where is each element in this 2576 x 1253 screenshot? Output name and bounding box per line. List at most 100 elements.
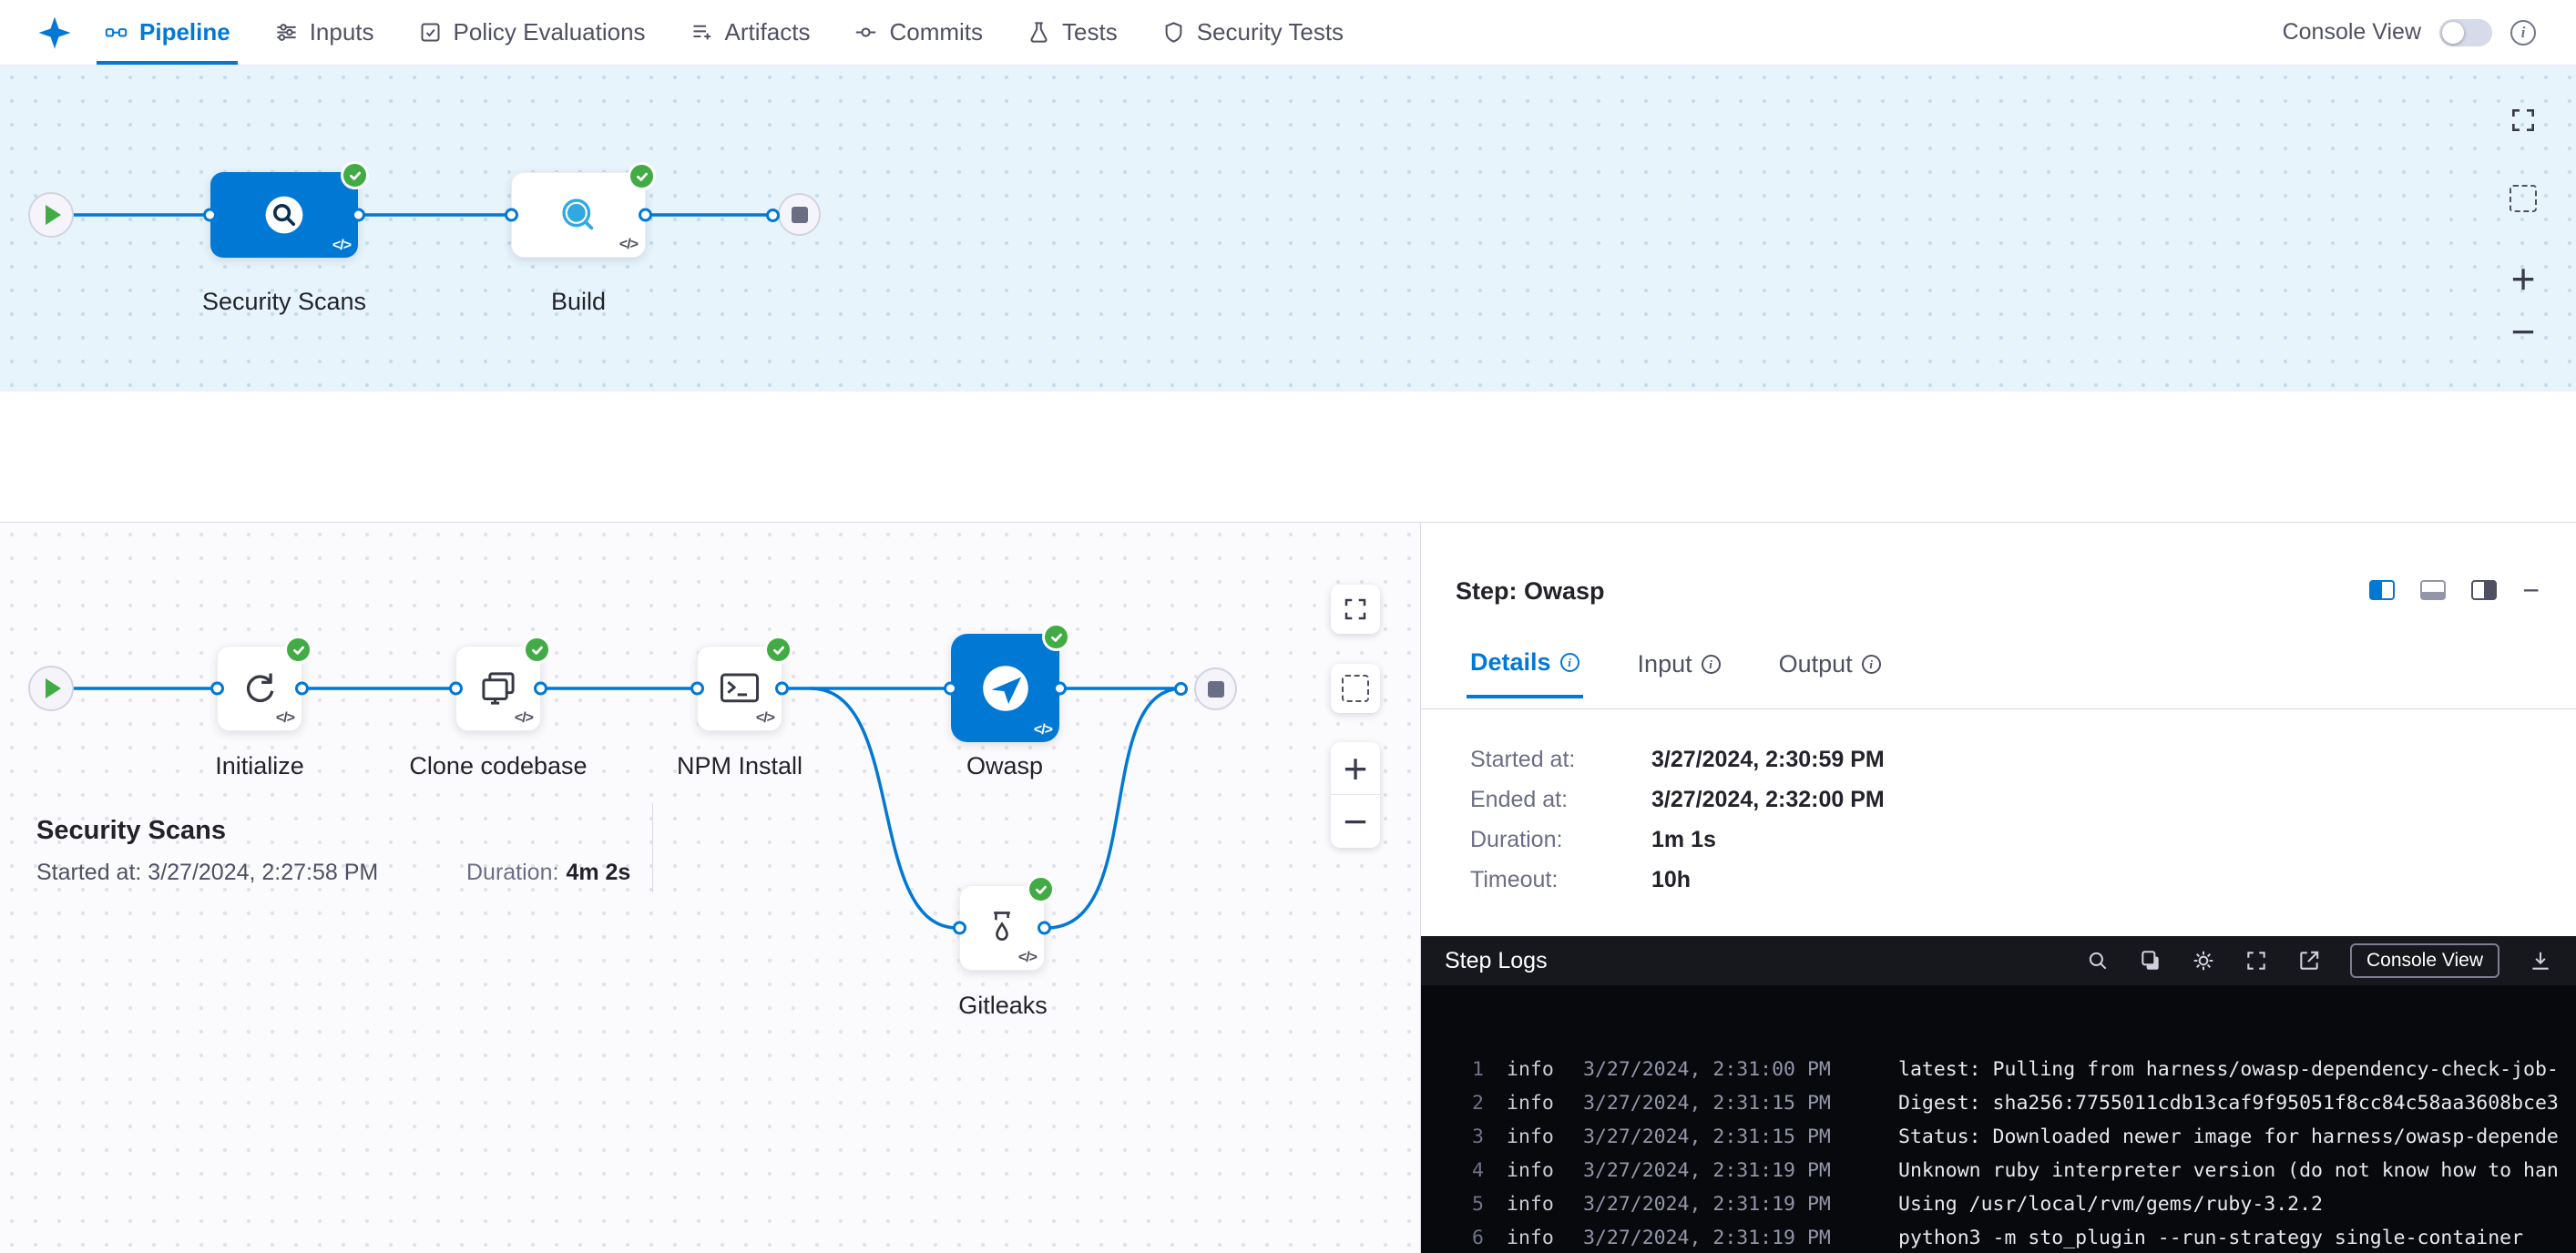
inputs-icon [274, 20, 299, 45]
info-icon[interactable]: i [2510, 20, 2536, 46]
step-node-initialize[interactable]: </> [217, 646, 302, 731]
stage-node-security-scans[interactable]: </> [210, 172, 358, 258]
tab-label: Inputs [310, 18, 374, 46]
log-timestamp: 3/27/2024, 2:31:19 PM [1583, 1227, 1844, 1249]
detail-value: 3/27/2024, 2:30:59 PM [1651, 747, 1885, 773]
play-icon [46, 205, 61, 225]
log-line: 4 info 3/27/2024, 2:31:19 PM Unknown rub… [1442, 1154, 2576, 1187]
zoom-out-button[interactable]: − [1331, 795, 1380, 847]
security-scan-icon [262, 193, 306, 237]
step-type-code-glyph: </> [619, 238, 638, 252]
tab-commits[interactable]: Commits [854, 0, 983, 65]
connector-dot [639, 209, 652, 222]
pipeline-icon [104, 20, 128, 45]
stage-node-build[interactable]: </> [511, 172, 646, 258]
open-in-new-icon[interactable] [2297, 949, 2321, 973]
detail-value: 10h [1651, 867, 1691, 893]
log-message: Digest: sha256:7755011cdb13caf9f95051f8c… [1898, 1092, 2559, 1115]
marquee-icon [2510, 185, 2537, 212]
layout-bottom-icon[interactable] [2420, 580, 2446, 600]
layout-split-left-icon[interactable] [2369, 580, 2395, 600]
line-number: 2 [1442, 1092, 1484, 1115]
zoom-out-button[interactable]: − [2507, 311, 2540, 351]
log-level: info [1507, 1126, 1583, 1148]
summary-divider [652, 803, 653, 892]
step-label-owasp: Owasp [966, 752, 1043, 780]
step-details-panel: Step: Owasp − Details i Input i Output i [1421, 523, 2576, 1253]
step-graph-canvas[interactable]: </> Initialize </> Clone codebase </> [0, 523, 1421, 1253]
stage-summary-title: Security Scans [36, 816, 226, 846]
minus-icon: − [2511, 311, 2536, 352]
collapse-panel-button[interactable]: − [2522, 576, 2540, 605]
copy-icon[interactable] [2139, 949, 2162, 973]
console-view-toggle[interactable] [2439, 19, 2492, 46]
panel-layout-controls: − [2369, 576, 2540, 605]
tab-details[interactable]: Details i [1467, 648, 1583, 698]
stage-start-node[interactable] [28, 666, 74, 711]
connector-dot [203, 209, 217, 222]
tab-artifacts[interactable]: Artifacts [690, 0, 811, 65]
marquee-select-button[interactable] [1331, 664, 1380, 713]
log-output[interactable]: 1 info 3/27/2024, 2:31:00 PM latest: Pul… [1421, 985, 2576, 1253]
pipeline-end-node[interactable] [778, 193, 821, 236]
success-check-icon [764, 636, 792, 664]
tab-label: Policy Evaluations [454, 18, 646, 46]
connector-dot [449, 682, 463, 696]
info-icon: i [1862, 655, 1881, 674]
owasp-zap-icon [977, 660, 1034, 717]
step-node-gitleaks[interactable]: </> [959, 885, 1045, 971]
tab-inputs[interactable]: Inputs [274, 0, 374, 65]
detail-value: 3/27/2024, 2:32:00 PM [1651, 787, 1885, 813]
fullscreen-icon[interactable] [2244, 949, 2268, 973]
search-icon[interactable] [2086, 949, 2110, 973]
tab-input[interactable]: Input i [1634, 648, 1724, 698]
nav-tab-bar: Pipeline Inputs Policy Evaluations Artif… [104, 0, 1344, 65]
step-panel-title: Step: Owasp [1456, 577, 1605, 606]
step-detail-tabs: Details i Input i Output i [1467, 648, 1885, 698]
marquee-select-button[interactable] [2507, 182, 2540, 215]
tab-tests[interactable]: Tests [1027, 0, 1118, 65]
zoom-in-button[interactable]: + [1331, 743, 1380, 795]
tab-output[interactable]: Output i [1775, 648, 1885, 698]
tab-security-tests[interactable]: Security Tests [1161, 0, 1344, 65]
expand-icon [2509, 106, 2538, 135]
layout-split-right-icon[interactable] [2471, 580, 2497, 600]
step-node-npm-install[interactable]: </> [697, 646, 782, 731]
stage-end-node[interactable] [1194, 667, 1237, 710]
step-node-owasp[interactable]: </> [951, 634, 1059, 742]
connector-dot [210, 682, 224, 696]
commits-icon [854, 20, 878, 45]
tab-pipeline[interactable]: Pipeline [104, 0, 230, 65]
pipeline-start-node[interactable] [28, 192, 74, 238]
console-view-button[interactable]: Console View [2350, 943, 2499, 978]
step-node-clone-codebase[interactable]: </> [455, 646, 541, 731]
tab-label: Output [1779, 650, 1853, 678]
expand-graph-button[interactable] [1331, 585, 1380, 634]
connector-dot [295, 682, 309, 696]
log-message: python3 -m sto_plugin --run-strategy sin… [1898, 1227, 2523, 1249]
stage-label-build: Build [551, 288, 606, 316]
tab-label: Artifacts [725, 18, 811, 46]
success-check-icon [1042, 623, 1070, 651]
harness-logo-icon[interactable] [36, 15, 73, 51]
detail-label: Timeout: [1470, 867, 1651, 893]
terminal-icon [719, 667, 761, 709]
detail-value: 1m 1s [1651, 827, 1716, 853]
tab-label: Input [1638, 650, 1692, 678]
settings-gear-icon[interactable] [2192, 949, 2215, 973]
detail-row: Timeout: 10h [1470, 860, 1885, 900]
zoom-in-button[interactable]: + [2507, 259, 2540, 299]
duration-value: 4m 2s [566, 860, 630, 885]
expand-canvas-button[interactable] [2507, 104, 2540, 137]
success-check-icon [628, 162, 656, 190]
nav-right-controls: Console View i [2283, 19, 2536, 46]
download-icon[interactable] [2529, 949, 2552, 973]
connector-dot [1053, 681, 1067, 695]
log-timestamp: 3/27/2024, 2:31:15 PM [1583, 1126, 1844, 1148]
stage-duration: Duration:4m 2s [466, 860, 630, 886]
marquee-icon [1342, 675, 1369, 702]
tab-policy-evaluations[interactable]: Policy Evaluations [418, 0, 646, 65]
detail-row: Started at: 3/27/2024, 2:30:59 PM [1470, 739, 1885, 779]
stage-graph-canvas[interactable]: </> Security Scans </> Build + − [0, 66, 2576, 392]
log-level: info [1507, 1092, 1583, 1115]
